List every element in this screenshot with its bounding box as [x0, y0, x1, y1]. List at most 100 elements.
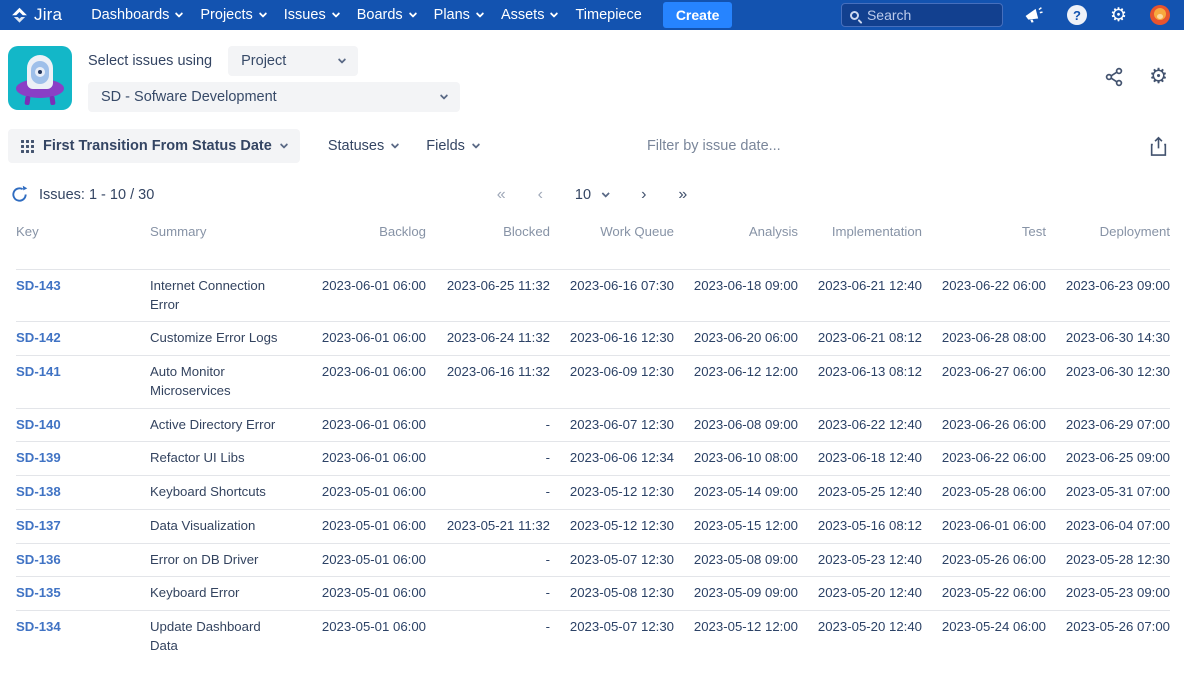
date-cell: 2023-06-21 12:40	[798, 268, 922, 322]
search-input[interactable]	[866, 7, 977, 23]
nav-item-label: Projects	[200, 7, 253, 23]
issue-key-link[interactable]: SD-143	[16, 278, 61, 293]
project-select-value: SD - Sofware Development	[101, 89, 277, 105]
nav-item-label: Dashboards	[91, 7, 170, 23]
nav-item-label: Issues	[283, 7, 326, 23]
date-cell: -	[426, 475, 550, 510]
issue-date-filter-input[interactable]	[646, 138, 877, 154]
help-button[interactable]: ?	[1066, 5, 1087, 25]
date-cell: -	[426, 542, 550, 577]
column-header-test: Test	[1021, 224, 1046, 239]
chevron-down-icon	[258, 9, 268, 18]
issue-key-link[interactable]: SD-134	[16, 619, 61, 634]
create-button[interactable]: Create	[662, 2, 733, 28]
date-cell: 2023-05-08 12:30	[550, 576, 674, 611]
first-page-button[interactable]: «	[497, 186, 506, 203]
chevron-down-icon	[337, 55, 347, 64]
date-cell: 2023-06-16 12:30	[550, 321, 674, 356]
date-cell: 2023-06-16 07:30	[550, 268, 674, 322]
date-cell: 2023-06-18 12:40	[798, 441, 922, 476]
issue-key-link[interactable]: SD-142	[16, 330, 61, 345]
share-button[interactable]	[1103, 64, 1125, 88]
nav-item-assets[interactable]: Assets	[492, 0, 567, 30]
statuses-dropdown[interactable]: Statuses	[328, 138, 400, 154]
date-cell: 2023-05-28 06:00	[922, 475, 1046, 510]
nav-item-dashboards[interactable]: Dashboards	[82, 0, 191, 30]
issues-table: Key Summary Backlog Blocked Work Queue Analys…	[16, 212, 1170, 663]
issue-summary-cell: Keyboard Shortcuts	[150, 475, 302, 510]
issue-summary-cell: Active Directory Error	[150, 407, 302, 442]
table-row: SD-140 Active Directory Error 2023-06-01 0…	[16, 407, 1170, 442]
date-cell: 2023-05-09 09:00	[674, 576, 798, 611]
date-cell: 2023-06-23 09:00	[1046, 268, 1170, 322]
date-cell: 2023-06-12 12:00	[674, 355, 798, 409]
project-select[interactable]: SD - Sofware Development	[88, 82, 460, 112]
date-cell: 2023-06-09 12:30	[550, 355, 674, 409]
column-header-blocked: Blocked	[503, 224, 550, 239]
announcements-button[interactable]	[1023, 5, 1044, 25]
date-cell: 2023-06-07 12:30	[550, 407, 674, 442]
settings-button[interactable]: ⚙	[1110, 6, 1127, 25]
logo-text: Jira	[34, 5, 63, 24]
issues-count-label: Issues: 1 - 10 / 30	[39, 186, 155, 203]
issue-key-link[interactable]: SD-136	[16, 552, 61, 567]
report-settings-button[interactable]: ⚙	[1149, 66, 1168, 87]
ufo-leg-right	[49, 95, 56, 106]
table-row: SD-142 Customize Error Logs 2023-06-01 06:…	[16, 321, 1170, 356]
date-cell: 2023-05-07 12:30	[550, 542, 674, 577]
chevron-down-icon	[408, 9, 417, 18]
date-cell: 2023-05-01 06:00	[302, 542, 426, 577]
gear-icon: ⚙	[1109, 4, 1127, 26]
refresh-button[interactable]	[10, 185, 29, 204]
issue-key-link[interactable]: SD-141	[16, 364, 61, 379]
report-type-dropdown[interactable]: First Transition From Status Date	[8, 129, 300, 163]
navbar-icons: ? ⚙	[1023, 5, 1170, 25]
date-cell: 2023-06-25 11:32	[426, 268, 550, 322]
chevron-down-icon	[471, 140, 481, 149]
next-page-button[interactable]: ›	[641, 186, 646, 203]
issue-source-select[interactable]: Project	[228, 46, 359, 76]
navbar-search[interactable]	[840, 3, 1003, 27]
export-icon	[1150, 136, 1167, 156]
issue-key-link[interactable]: SD-135	[16, 585, 61, 600]
table-row: SD-134 Update Dashboard Data 2023-05-01 06…	[16, 610, 1170, 663]
issue-key-link[interactable]: SD-140	[16, 417, 61, 432]
share-icon	[1105, 67, 1123, 87]
issue-summary-cell: Update Dashboard Data	[150, 610, 302, 663]
issue-key-link[interactable]: SD-139	[16, 450, 61, 465]
date-cell: 2023-05-20 12:40	[798, 610, 922, 663]
nav-item-projects[interactable]: Projects	[191, 0, 274, 30]
date-cell: 2023-05-15 12:00	[674, 508, 798, 544]
date-cell: 2023-05-08 09:00	[674, 542, 798, 577]
nav-item-label: Timepiece	[575, 7, 642, 23]
prev-page-button[interactable]: ‹	[538, 186, 543, 203]
export-button[interactable]	[1149, 136, 1168, 157]
chevron-down-icon	[331, 9, 340, 18]
date-cell: 2023-05-22 06:00	[922, 576, 1046, 611]
nav-item-timepiece[interactable]: Timepiece	[566, 0, 650, 30]
last-page-button[interactable]: »	[678, 186, 687, 203]
fields-dropdown[interactable]: Fields	[426, 138, 481, 154]
nav-item-issues[interactable]: Issues	[275, 0, 348, 30]
profile-button[interactable]	[1150, 5, 1170, 25]
page-size-select[interactable]: 10	[575, 187, 611, 203]
column-header-key: Key	[16, 224, 39, 239]
date-cell: 2023-05-31 07:00	[1046, 475, 1170, 510]
issue-key-link[interactable]: SD-137	[16, 518, 61, 533]
date-cell: 2023-06-01 06:00	[302, 268, 426, 322]
date-cell: 2023-05-20 12:40	[798, 576, 922, 611]
issue-summary-cell: Data Visualization	[150, 508, 302, 544]
date-cell: 2023-06-21 08:12	[798, 321, 922, 356]
date-cell: 2023-05-24 06:00	[922, 610, 1046, 663]
nav-item-plans[interactable]: Plans	[425, 0, 492, 30]
date-cell: 2023-05-26 07:00	[1046, 610, 1170, 663]
nav-menus: Dashboards Projects Issues Boards Plans Asset…	[82, 0, 651, 30]
date-cell: 2023-06-28 08:00	[922, 321, 1046, 356]
date-cell: -	[426, 407, 550, 442]
issue-key-link[interactable]: SD-138	[16, 484, 61, 499]
table-row: SD-141 Auto Monitor Microservices 2023-06-…	[16, 355, 1170, 409]
date-cell: 2023-05-01 06:00	[302, 610, 426, 663]
jira-logo[interactable]: Jira	[10, 5, 62, 25]
date-cell: 2023-06-01 06:00	[922, 508, 1046, 544]
nav-item-boards[interactable]: Boards	[348, 0, 425, 30]
